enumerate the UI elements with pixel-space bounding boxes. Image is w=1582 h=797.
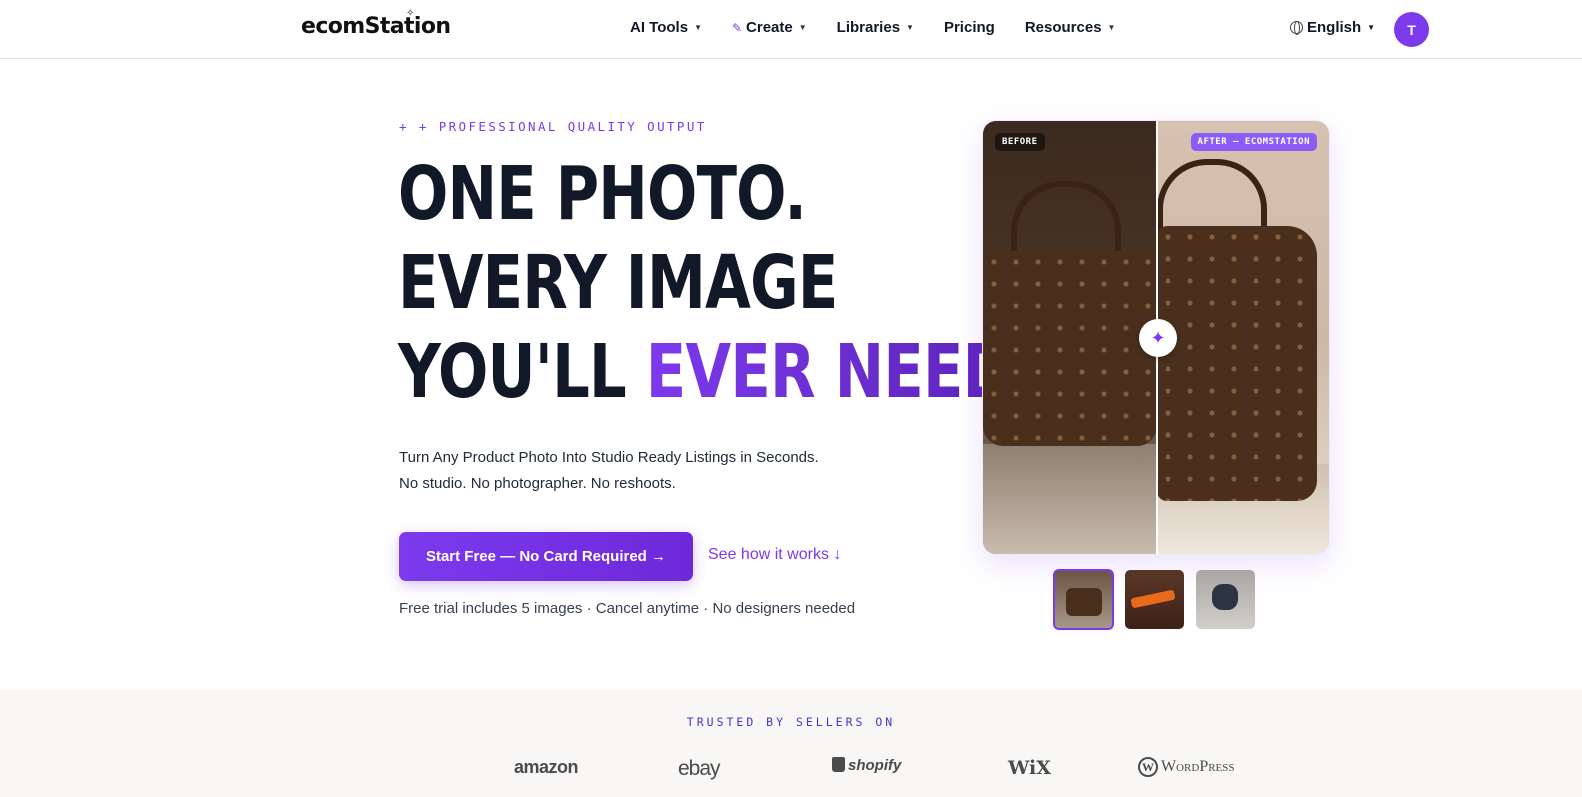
avatar[interactable]: T xyxy=(1394,12,1429,47)
menu-ai-tools-label: AI Tools xyxy=(630,19,689,36)
main-menu: AI Tools ▼ ✎ Create ▼ Libraries ▼ Pricing Re… xyxy=(630,19,1145,36)
menu-pricing[interactable]: Pricing xyxy=(944,19,995,36)
shopify-logo: shopify xyxy=(832,757,901,774)
thumbnail-earbuds[interactable] xyxy=(1196,570,1255,629)
wordpress-logo-text: WordPress xyxy=(1161,758,1235,775)
shopify-logo-text: shopify xyxy=(848,757,902,774)
wix-logo: WiX xyxy=(1008,757,1051,779)
before-bag xyxy=(983,251,1157,446)
trusted-heading: TRUSTED BY SELLERS ON xyxy=(686,715,896,729)
thumbnail-handbag[interactable] xyxy=(1053,569,1114,630)
menu-resources[interactable]: Resources ▼ xyxy=(1025,19,1116,36)
plus-sparkle-icon: ✦ xyxy=(1150,327,1166,348)
chevron-down-icon: ▼ xyxy=(694,23,702,32)
see-how-it-works-link[interactable]: See how it works ↓ xyxy=(708,546,841,564)
ebay-logo: ebay xyxy=(678,757,721,780)
trusted-strip: TRUSTED BY SELLERS ON amazon ebay shopif… xyxy=(0,690,1582,797)
language-label: English xyxy=(1307,19,1362,36)
after-bag xyxy=(1157,226,1317,501)
menu-resources-label: Resources xyxy=(1024,19,1102,36)
globe-icon xyxy=(1290,21,1303,35)
chevron-down-icon: ▼ xyxy=(798,23,807,32)
subtitle-line-1: Turn Any Product Photo Into Studio Ready… xyxy=(399,449,819,466)
headline-line-2: EVERY IMAGE xyxy=(398,240,838,326)
wordpress-logo: W WordPress xyxy=(1138,757,1235,777)
logo-text: ecomStation xyxy=(301,14,451,39)
chevron-down-icon: ▼ xyxy=(906,23,914,32)
before-tag: BEFORE xyxy=(995,133,1045,151)
amazon-logo: amazon xyxy=(514,757,579,777)
headline-line-3-start: YOU'LL xyxy=(398,329,646,415)
headline-line-1: ONE PHOTO. xyxy=(398,151,807,237)
menu-create-label: Create xyxy=(746,19,793,36)
example-thumbnails xyxy=(1053,569,1255,630)
menu-create[interactable]: ✎ Create ▼ xyxy=(732,19,807,36)
before-after-compare[interactable]: ✦ BEFORE AFTER — ECOMSTATION xyxy=(982,120,1330,555)
logo[interactable]: ecomStation ✧ xyxy=(301,8,451,39)
after-image xyxy=(1157,121,1329,554)
trial-fine-print: Free trial includes 5 images · Cancel an… xyxy=(399,600,856,617)
hero-eyebrow: + + PROFESSIONAL QUALITY OUTPUT xyxy=(399,119,707,134)
headline-accent: EVER NEED. xyxy=(645,329,1034,415)
sparkle-icon: ✧ xyxy=(406,8,414,19)
headline-line-3: YOU'LL EVER NEED. xyxy=(398,328,1033,417)
top-nav: ecomStation ✧ AI Tools ▼ ✎ Create ▼ Librarie… xyxy=(0,0,1582,59)
menu-pricing-label: Pricing xyxy=(943,19,995,36)
menu-libraries-label: Libraries xyxy=(836,19,901,36)
shopping-bag-icon xyxy=(832,757,845,772)
before-floor xyxy=(983,444,1157,554)
pen-sparkle-icon: ✎ xyxy=(731,20,743,35)
subtitle-line-2: No studio. No photographer. No reshoots. xyxy=(399,475,676,492)
chevron-down-icon: ▼ xyxy=(1107,23,1116,32)
after-tag: AFTER — ECOMSTATION xyxy=(1190,133,1317,151)
before-image xyxy=(983,121,1157,554)
hero-subtitle: Turn Any Product Photo Into Studio Ready… xyxy=(399,445,819,497)
compare-slider-handle[interactable]: ✦ xyxy=(1139,319,1177,357)
start-free-button[interactable]: Start Free — No Card Required → xyxy=(399,532,693,581)
menu-libraries[interactable]: Libraries ▼ xyxy=(837,19,914,36)
menu-ai-tools[interactable]: AI Tools ▼ xyxy=(630,19,702,36)
chevron-down-icon: ▼ xyxy=(1367,23,1376,32)
wordpress-icon: W xyxy=(1138,757,1158,777)
language-selector[interactable]: English ▼ xyxy=(1290,19,1375,36)
thumbnail-orange-tube[interactable] xyxy=(1125,570,1184,629)
avatar-initial: T xyxy=(1407,21,1416,38)
hero-headline: ONE PHOTO. EVERY IMAGE YOU'LL EVER NEED. xyxy=(398,150,1033,417)
